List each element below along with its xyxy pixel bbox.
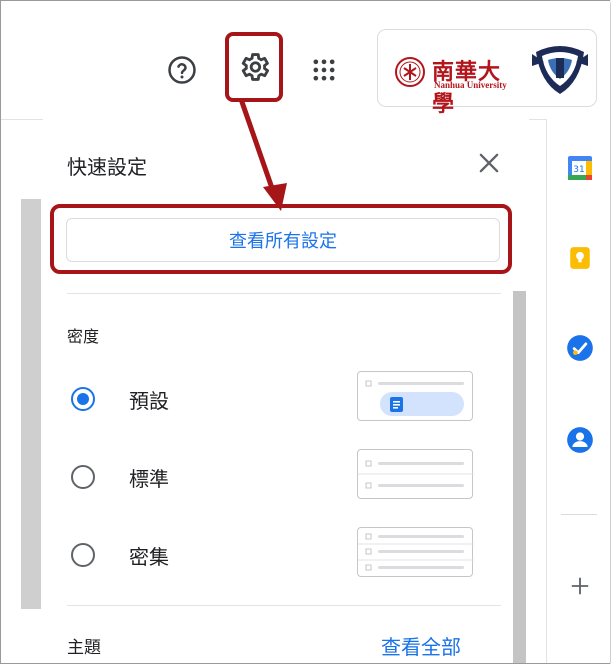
settings-button[interactable] [225, 32, 283, 102]
density-label: 密度 [67, 327, 100, 346]
account-button[interactable]: 南華大學 Nanhua University [377, 29, 597, 117]
tasks-icon [567, 335, 593, 361]
add-app-button[interactable] [565, 571, 595, 601]
density-preview-standard [357, 449, 474, 499]
top-bar: 南華大學 Nanhua University [1, 1, 610, 120]
gear-icon [241, 53, 270, 81]
density-preview-standard-icon [358, 460, 474, 489]
density-option-default[interactable]: 預設 [71, 371, 491, 431]
radio-compact[interactable] [71, 543, 95, 567]
density-preview-default [357, 371, 473, 421]
close-button[interactable] [475, 149, 503, 177]
panel-scrollbar[interactable] [513, 291, 526, 663]
contacts-icon [567, 427, 593, 453]
density-preview-compact [357, 527, 474, 577]
plus-icon [571, 577, 589, 595]
density-preview-compact-icon [358, 533, 474, 571]
background-strip [21, 199, 41, 609]
org-seal-icon [395, 57, 425, 87]
density-option-label: 密集 [129, 545, 169, 569]
density-option-label: 預設 [129, 389, 169, 413]
density-option-standard[interactable]: 標準 [71, 449, 491, 509]
density-preview-default-icon [365, 380, 464, 416]
org-name-en: Nanhua University [434, 80, 507, 90]
keep-icon [570, 247, 590, 269]
radio-standard[interactable] [71, 465, 95, 489]
contacts-app-button[interactable] [565, 425, 595, 455]
close-icon [479, 153, 499, 173]
calendar-app-button[interactable]: 31 [565, 153, 595, 183]
help-button[interactable] [165, 53, 199, 87]
app-window: 南華大學 Nanhua University 快速設定 查看所有設定 密度 預設… [0, 0, 610, 664]
keep-app-button[interactable] [565, 243, 595, 273]
divider [67, 293, 501, 294]
density-option-compact[interactable]: 密集 [71, 527, 491, 587]
side-app-bar: 31 [546, 119, 610, 663]
see-all-settings-highlight: 查看所有設定 [50, 204, 512, 274]
divider [67, 605, 501, 606]
calendar-icon: 31 [568, 156, 592, 180]
quick-settings-title: 快速設定 [67, 155, 147, 179]
tasks-app-button[interactable] [565, 333, 595, 363]
org-logo: 南華大學 Nanhua University [390, 48, 520, 117]
side-divider [561, 514, 597, 515]
calendar-badge: 31 [573, 165, 584, 175]
theme-label: 主題 [67, 638, 101, 658]
help-circle-icon [168, 56, 196, 84]
see-all-settings-button[interactable]: 查看所有設定 [66, 218, 500, 262]
radio-default[interactable] [71, 387, 95, 411]
density-option-label: 標準 [129, 467, 169, 491]
avatar [532, 46, 588, 94]
theme-view-all-link[interactable]: 查看全部 [381, 631, 461, 660]
apps-button[interactable] [307, 53, 341, 87]
apps-grid-icon [313, 59, 335, 81]
